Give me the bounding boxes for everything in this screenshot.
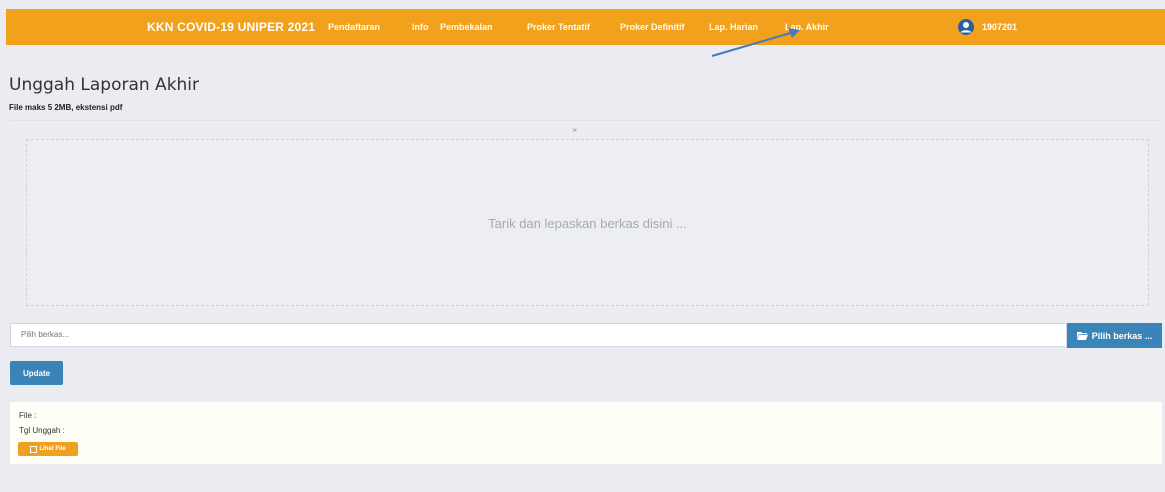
top-navbar: KKN COVID-19 UNIPER 2021 Pendaftaran Inf… [6,9,1165,45]
upload-hint: File maks 5 2MB, ekstensi pdf [9,103,123,112]
browse-file-label: Pilih berkas ... [1091,330,1153,341]
user-name: 1907201 [982,22,1018,32]
file-name-input[interactable] [10,323,1067,347]
file-label: File : [19,411,37,420]
nav-item-info[interactable]: Info [412,22,429,32]
upload-info-panel: File : Tgl Unggah : Lihat File [10,402,1162,464]
update-button[interactable]: Update [10,361,63,385]
page-title: Unggah Laporan Akhir [9,75,200,95]
upload-date-label: Tgl Unggah : [19,426,65,435]
annotation-arrow-icon [711,28,800,57]
folder-open-icon [1076,332,1088,340]
view-file-label: Lihat File [39,446,66,452]
browse-file-button[interactable]: Pilih berkas ... [1067,323,1162,348]
nav-item-proker-definitif[interactable]: Proker Definitif [620,22,685,32]
user-menu[interactable]: 1907201 [958,19,1017,35]
dropzone-close-icon[interactable]: × [572,125,577,135]
file-dropzone[interactable]: × Tarik dan lepaskan berkas disini ... [10,120,1162,321]
nav-item-pembekalan[interactable]: Pembekalan [440,22,493,32]
nav-item-pendaftaran[interactable]: Pendaftaran [328,22,380,32]
view-file-button[interactable]: Lihat File [18,442,78,456]
brand-title[interactable]: KKN COVID-19 UNIPER 2021 [147,20,315,34]
nav-item-proker-tentatif[interactable]: Proker Tentatif [527,22,590,32]
user-avatar-icon [958,19,974,35]
dropzone-text: Tarik dan lepaskan berkas disini ... [488,216,687,231]
file-icon [30,445,38,453]
dropzone-area[interactable]: Tarik dan lepaskan berkas disini ... [26,139,1149,306]
file-input-group: Pilih berkas ... [10,323,1162,349]
